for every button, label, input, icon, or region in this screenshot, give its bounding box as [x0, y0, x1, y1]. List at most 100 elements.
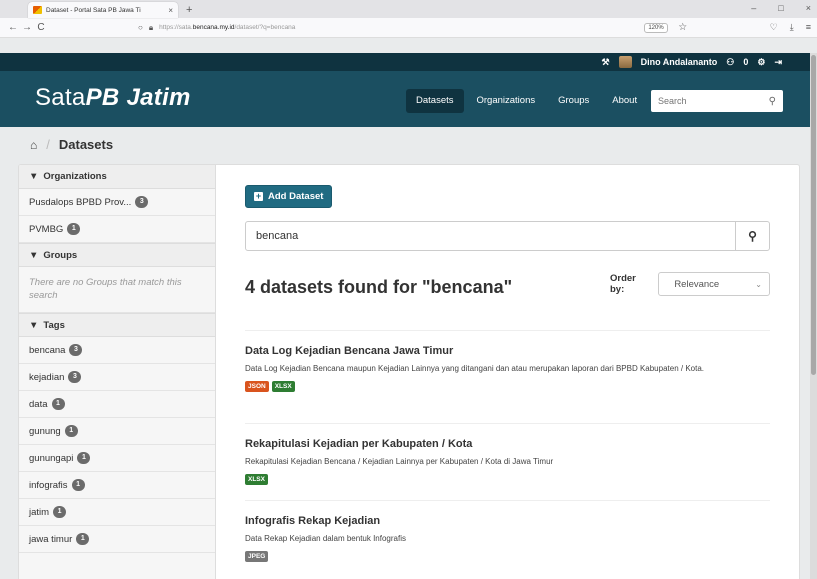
bookmark-star-icon[interactable]: ☆	[676, 22, 690, 33]
dashboard-icon[interactable]: ⚇	[726, 57, 734, 68]
nav-about[interactable]: About	[602, 89, 647, 113]
format-label[interactable]: JSON	[245, 381, 269, 392]
hammer-icon[interactable]: ⚒	[602, 57, 610, 68]
browser-tab[interactable]: Dataset - Portal Sata PB Jawa Ti ×	[28, 2, 178, 18]
pocket-icon[interactable]: ♡	[770, 22, 778, 33]
breadcrumb-separator: /	[46, 137, 50, 152]
add-dataset-button[interactable]: + Add Dataset	[245, 185, 333, 208]
nav-organizations[interactable]: Organizations	[467, 89, 546, 113]
browser-tab-title: Dataset - Portal Sata PB Jawa Ti	[46, 6, 141, 14]
dataset-item: Data Log Kejadian Bencana Jawa Timur Dat…	[245, 330, 770, 392]
groups-heading: ▼ Groups	[19, 243, 215, 267]
facet-item-tag[interactable]: jatim 1	[19, 499, 215, 526]
site-logo[interactable]: SataPB Jatim	[35, 84, 191, 112]
lock-icon: 🔒︎	[148, 22, 154, 32]
dataset-notes: Rekapitulasi Kejadian Bencana / Kejadian…	[245, 457, 554, 466]
user-name-link[interactable]: Dino Andalananto	[641, 57, 718, 67]
nav-groups[interactable]: Groups	[548, 89, 599, 113]
format-label[interactable]: JPEG	[245, 551, 269, 562]
zoom-level[interactable]: 120%	[644, 22, 668, 33]
result-count: 4 datasets found for "bencana"	[245, 277, 513, 297]
groups-empty-text: There are no Groups that match this sear…	[19, 267, 215, 313]
breadcrumb: ⌂ / Datasets	[30, 137, 113, 152]
menu-icon[interactable]: ≡	[806, 22, 811, 33]
facet-item-tag[interactable]: gunung 1	[19, 418, 215, 445]
url-text: https://sata.bencana.my.id/dataset/?q=be…	[159, 24, 296, 31]
downloads-icon[interactable]: ⤓	[790, 22, 794, 33]
order-by: Order by: Relevance ⌄	[610, 272, 770, 296]
search-icon[interactable]: ⚲	[769, 96, 776, 107]
count-badge: 1	[64, 425, 78, 437]
resource-formats: JPEG	[245, 551, 770, 562]
chevron-down-icon: ⌄	[755, 279, 762, 289]
gear-icon[interactable]: ⚙	[757, 57, 765, 68]
facet-item-tag[interactable]: jawa timur 1	[19, 526, 215, 553]
count-badge: 3	[135, 196, 149, 208]
order-by-label: Order by:	[610, 273, 636, 295]
facet-sidebar: ▼ Organizations Pusdalops BPBD Prov... 3…	[19, 165, 216, 579]
dataset-item: Rekapitulasi Kejadian per Kabupaten / Ko…	[245, 423, 770, 485]
filter-icon: ▼	[29, 249, 39, 261]
dataset-notes: Data Rekap Kejadian dalam bentuk Infogra…	[245, 534, 406, 543]
facet-item-tag[interactable]: bencana 3	[19, 337, 215, 364]
count-badge: 1	[53, 506, 67, 518]
tab-close-icon[interactable]: ×	[168, 6, 173, 15]
content-panel: ▼ Organizations Pusdalops BPBD Prov... 3…	[18, 164, 800, 579]
tags-heading: ▼ Tags	[19, 313, 215, 337]
site-favicon-icon	[33, 6, 42, 14]
new-tab-button[interactable]: +	[186, 4, 192, 16]
facet-item-tag[interactable]: infografis 1	[19, 472, 215, 499]
forward-icon[interactable]: →	[20, 22, 34, 33]
window-controls: – □ ×	[751, 3, 811, 13]
maximize-icon[interactable]: □	[778, 3, 783, 13]
browser-toolbar-right: ♡ ⤓ ≡	[770, 22, 811, 33]
reload-icon[interactable]: C	[34, 22, 48, 33]
format-label[interactable]: XLSX	[245, 474, 268, 485]
minimize-icon[interactable]: –	[751, 3, 756, 13]
filter-icon: ▼	[29, 171, 39, 182]
count-badge: 1	[76, 533, 90, 545]
logout-icon[interactable]: ⇥	[774, 57, 782, 68]
count-badge: 1	[77, 452, 91, 464]
count-badge: 1	[71, 479, 85, 491]
facet-item-tag[interactable]: gunungapi 1	[19, 445, 215, 472]
facet-item-tag[interactable]: data 1	[19, 391, 215, 418]
count-badge: 3	[69, 344, 83, 356]
organizations-heading: ▼ Organizations	[19, 165, 215, 189]
home-icon[interactable]: ⌂	[30, 138, 37, 152]
filter-icon: ▼	[29, 319, 39, 331]
masthead: SataPB Jatim Datasets Organizations Grou…	[0, 71, 810, 127]
resource-formats: JSON XLSX	[245, 381, 770, 392]
dataset-search-input[interactable]	[246, 222, 735, 250]
dataset-item: Infografis Rekap Kejadian Data Rekap Kej…	[245, 500, 770, 562]
count-badge: 3	[68, 371, 82, 383]
resource-formats: XLSX	[245, 474, 770, 485]
dataset-title-link[interactable]: Rekapitulasi Kejadian per Kabupaten / Ko…	[245, 438, 770, 450]
shield-icon: ○	[138, 23, 143, 32]
format-label[interactable]: XLSX	[271, 381, 295, 392]
breadcrumb-current[interactable]: Datasets	[59, 137, 113, 152]
address-bar[interactable]: ○ 🔒︎ https://sata.bencana.my.id/dataset/…	[138, 21, 644, 35]
order-by-select[interactable]: Relevance ⌄	[658, 272, 770, 296]
dataset-title-link[interactable]: Infografis Rekap Kejadian	[245, 515, 770, 527]
count-badge: 1	[51, 398, 65, 410]
dataset-title-link[interactable]: Data Log Kejadian Bencana Jawa Timur	[245, 345, 770, 357]
browser-tab-bar: Dataset - Portal Sata PB Jawa Ti × + – □…	[0, 0, 817, 18]
account-bar: ⚒ Dino Andalananto ⚇ 0 ⚙ ⇥	[0, 53, 810, 71]
site-search-input[interactable]	[658, 96, 769, 106]
page-scrollbar-thumb[interactable]	[811, 55, 816, 375]
site-search: ⚲	[651, 90, 783, 112]
facet-item-tag[interactable]: kejadian 3	[19, 364, 215, 391]
plus-icon: +	[254, 191, 263, 201]
main-nav: Datasets Organizations Groups About	[406, 89, 647, 113]
avatar[interactable]	[618, 56, 632, 68]
dashboard-count[interactable]: 0	[743, 57, 748, 67]
count-badge: 1	[67, 223, 81, 235]
facet-item-org[interactable]: PVMBG 1	[19, 216, 215, 243]
nav-datasets[interactable]: Datasets	[406, 89, 464, 113]
search-icon[interactable]: ⚲	[735, 222, 769, 250]
back-icon[interactable]: ←	[6, 22, 20, 33]
dataset-notes: Data Log Kejadian Bencana maupun Kejadia…	[245, 364, 704, 373]
facet-item-org[interactable]: Pusdalops BPBD Prov... 3	[19, 189, 215, 216]
window-close-icon[interactable]: ×	[806, 3, 811, 13]
